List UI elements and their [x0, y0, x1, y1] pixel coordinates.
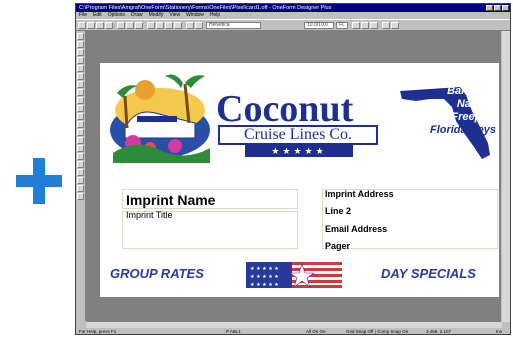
- email-address: Email Address: [325, 224, 388, 234]
- circle-tool-icon[interactable]: [77, 73, 84, 80]
- svg-text:★ ★ ★ ★ ★: ★ ★ ★ ★ ★: [250, 266, 279, 272]
- align-center-icon[interactable]: [361, 22, 369, 29]
- text-tool-icon[interactable]: [77, 57, 84, 64]
- imprint-title: Imprint Title: [126, 210, 173, 220]
- status-zoom: Ins: [496, 329, 503, 334]
- menu-modify[interactable]: Modify: [149, 12, 164, 19]
- menu-file[interactable]: File: [79, 12, 87, 19]
- menu-options[interactable]: Options: [108, 12, 125, 19]
- destination-item: Bahamas: [447, 85, 496, 97]
- status-bar: For Help, press F1 P ABL1 All On On Grid…: [76, 328, 510, 335]
- minimize-button[interactable]: [486, 5, 493, 11]
- toolbar: Helvetica 10.0/10.0 FL: [76, 19, 510, 31]
- copy-icon[interactable]: [126, 22, 134, 29]
- address-line2: Line 2: [325, 206, 352, 216]
- business-card[interactable]: Coconut Cruise Lines Co. ★★★★★ Bahamas N…: [100, 63, 499, 297]
- menu-help[interactable]: Help: [210, 12, 220, 19]
- select-tool-icon[interactable]: [77, 33, 84, 40]
- brand-subtitle: Cruise Lines Co.: [218, 125, 378, 145]
- maximize-button[interactable]: [494, 5, 501, 11]
- image-tool-icon[interactable]: [77, 97, 84, 104]
- imprint-name: Imprint Name: [126, 192, 216, 208]
- status-mode: All On On: [306, 329, 326, 334]
- destination-item: Nassau: [456, 98, 496, 110]
- color-tool-icon[interactable]: [77, 113, 84, 120]
- group-tool-icon[interactable]: [77, 137, 84, 144]
- svg-text:★ ★ ★ ★ ★: ★ ★ ★ ★ ★: [250, 274, 279, 280]
- layer-tool-icon[interactable]: [77, 169, 84, 176]
- group-rates-label: GROUP RATES: [110, 266, 204, 281]
- cut-icon[interactable]: [117, 22, 125, 29]
- zoom-out-icon[interactable]: [156, 22, 164, 29]
- zoom-icon[interactable]: [195, 22, 203, 29]
- brand-name: Coconut: [216, 88, 354, 130]
- plus-icon: [16, 158, 62, 204]
- app-window: C:\Program Files\Amgraf\OneForm\Statione…: [75, 3, 511, 335]
- align-left-icon[interactable]: [352, 22, 360, 29]
- zoom-page-icon[interactable]: [174, 22, 182, 29]
- tropical-island-illustration: [110, 74, 210, 163]
- status-help: For Help, press F1: [79, 329, 117, 334]
- imprint-address: Imprint Address: [325, 189, 394, 199]
- tool-palette: [76, 31, 86, 321]
- paste-icon[interactable]: [135, 22, 143, 29]
- status-snap: Grid Snap Off | Comp Snap On: [346, 329, 409, 334]
- destination-item: Florida Keys: [429, 124, 496, 136]
- zoom-fit-icon[interactable]: [165, 22, 173, 29]
- grid-tool-icon[interactable]: [77, 185, 84, 192]
- menu-edit[interactable]: Edit: [93, 12, 102, 19]
- help-icon[interactable]: [186, 22, 194, 29]
- close-button[interactable]: [502, 5, 509, 11]
- snap-icon[interactable]: [391, 22, 399, 29]
- line-tool-icon[interactable]: [77, 49, 84, 56]
- window-title: C:\Program Files\Amgraf\OneForm\Statione…: [79, 5, 332, 11]
- menu-view[interactable]: View: [169, 12, 180, 19]
- comb-tool-icon[interactable]: [77, 153, 84, 160]
- fill-tool-icon[interactable]: [77, 105, 84, 112]
- destination-list: Bahamas Nassau Freeport Florida Keys: [396, 85, 496, 137]
- property-tool-icon[interactable]: [77, 161, 84, 168]
- grid-icon[interactable]: [382, 22, 390, 29]
- open-file-icon[interactable]: [87, 22, 95, 29]
- checkbox-tool-icon[interactable]: [77, 145, 84, 152]
- barcode-tool-icon[interactable]: [77, 121, 84, 128]
- measure-tool-icon[interactable]: [77, 193, 84, 200]
- box-tool-icon[interactable]: [77, 65, 84, 72]
- menu-draw[interactable]: Draw: [131, 12, 143, 19]
- pager: Pager: [325, 241, 351, 251]
- menu-window[interactable]: Window: [186, 12, 204, 19]
- title-bar: C:\Program Files\Amgraf\OneForm\Statione…: [76, 4, 510, 12]
- font-size-field[interactable]: 10.0/10.0: [304, 22, 334, 29]
- save-icon[interactable]: [96, 22, 104, 29]
- zoom-in-icon[interactable]: [147, 22, 155, 29]
- field-tool-icon[interactable]: [77, 89, 84, 96]
- new-file-icon[interactable]: [78, 22, 86, 29]
- vertical-scrollbar[interactable]: [502, 31, 510, 322]
- hand-tool-icon[interactable]: [77, 41, 84, 48]
- flag-graphic: ★ ★ ★ ★ ★ ★ ★ ★ ★ ★ ★ ★ ★ ★ ★: [246, 262, 342, 288]
- font-name-field[interactable]: Helvetica: [206, 22, 261, 29]
- status-pages: P ABL1: [226, 329, 241, 334]
- day-specials-label: DAY SPECIALS: [381, 266, 476, 281]
- star-rating: ★★★★★: [245, 145, 353, 157]
- svg-text:★ ★ ★ ★ ★: ★ ★ ★ ★ ★: [250, 282, 279, 288]
- table-tool-icon[interactable]: [77, 129, 84, 136]
- polygon-tool-icon[interactable]: [77, 81, 84, 88]
- align-tool-icon[interactable]: [77, 177, 84, 184]
- status-coords: 3.456, 2.107: [426, 329, 452, 334]
- destination-item: Freeport: [451, 111, 496, 123]
- font-style-field[interactable]: FL: [336, 22, 348, 29]
- menu-bar: File Edit Options Draw Modify View Windo…: [76, 12, 513, 19]
- print-icon[interactable]: [105, 22, 113, 29]
- align-right-icon[interactable]: [370, 22, 378, 29]
